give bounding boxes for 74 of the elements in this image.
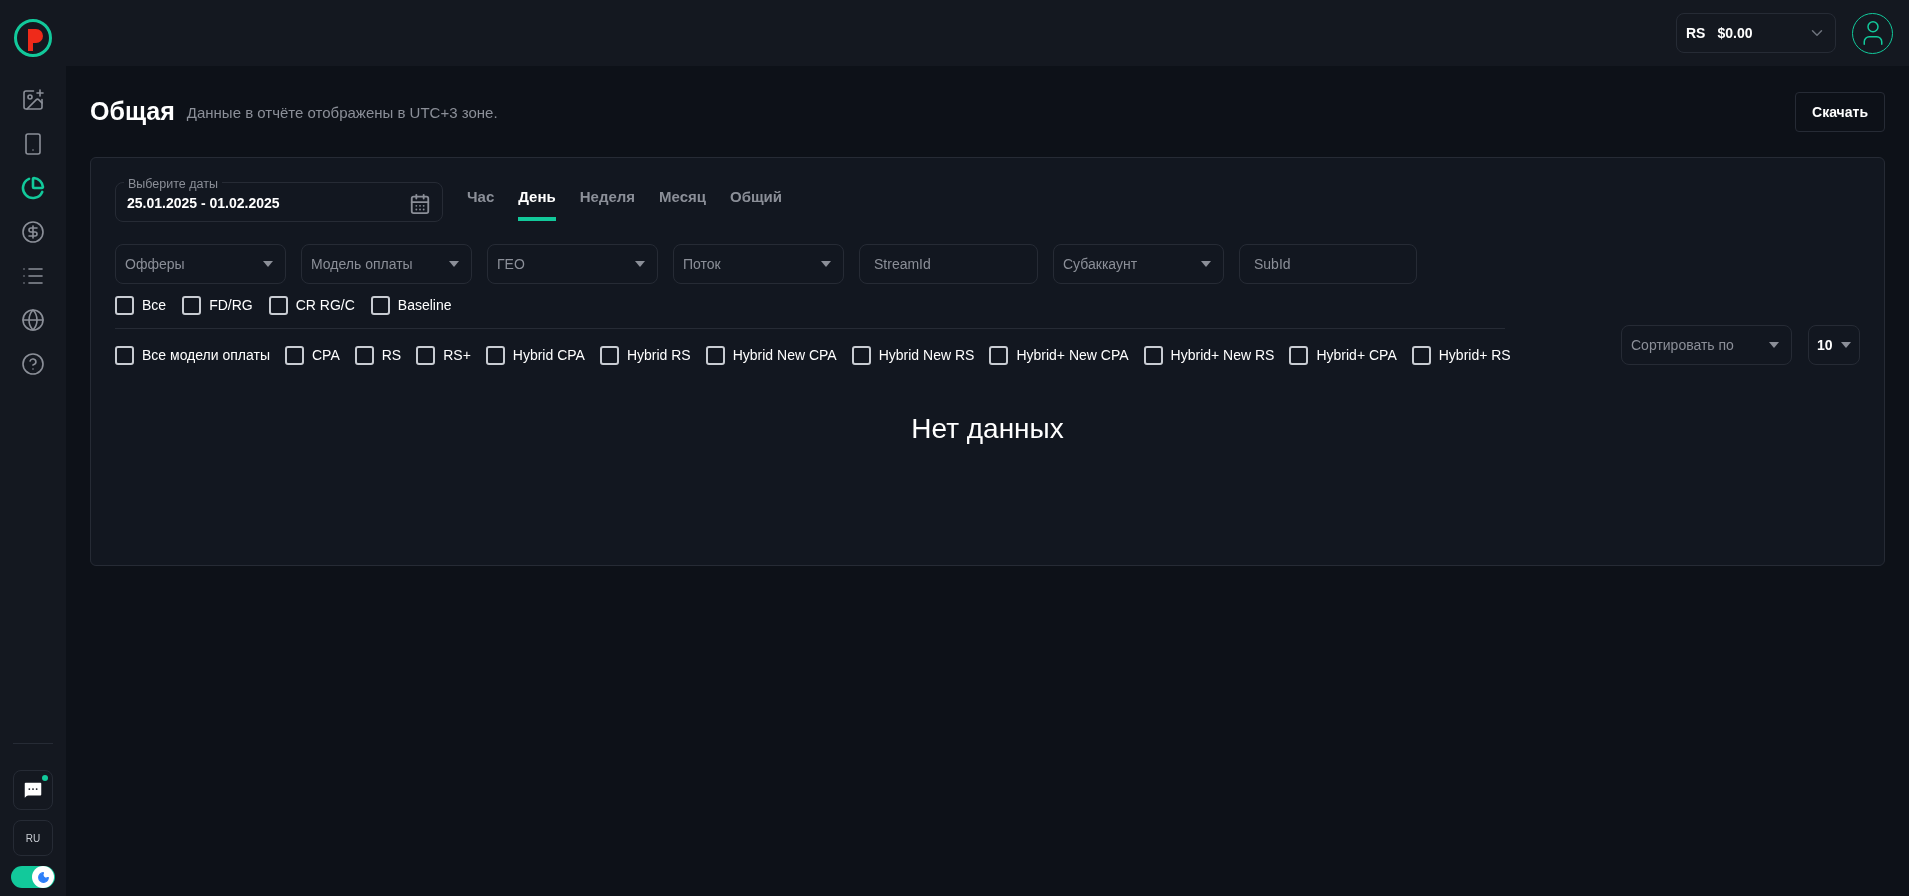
- checkbox-label: Hybrid+ CPA: [1316, 346, 1397, 365]
- dollar-icon[interactable]: [21, 220, 45, 244]
- period-tab[interactable]: Час: [467, 182, 495, 221]
- period-tab[interactable]: День: [518, 182, 556, 221]
- checkbox-label: Hybrid+ New CPA: [1016, 346, 1129, 365]
- chat-icon: [22, 779, 44, 801]
- theme-toggle[interactable]: [11, 866, 55, 888]
- checkbox[interactable]: [485, 346, 505, 365]
- checkbox-label: Hybrid CPA: [512, 346, 585, 365]
- checkbox[interactable]: [1289, 346, 1309, 365]
- filter-select[interactable]: ГЕО: [487, 244, 658, 284]
- checkbox-label: CPA: [312, 346, 340, 365]
- caret-icon: [1201, 261, 1211, 267]
- checkbox[interactable]: [989, 346, 1009, 365]
- chat-button[interactable]: [13, 770, 53, 810]
- period-tab[interactable]: Месяц: [659, 182, 707, 221]
- checkbox[interactable]: [115, 346, 134, 365]
- currency-label: RS: [1686, 23, 1706, 43]
- checkbox[interactable]: [599, 346, 619, 365]
- checkbox-label: Hybrid New RS: [878, 346, 975, 365]
- checkbox[interactable]: [354, 346, 374, 365]
- period-tab[interactable]: Общий: [730, 182, 783, 221]
- checkbox-label: RS: [381, 346, 402, 365]
- filter-select[interactable]: Офферы: [115, 244, 286, 284]
- caret-icon: [263, 261, 273, 267]
- checkbox[interactable]: [285, 346, 304, 365]
- balance-dropdown[interactable]: RS $0.00: [1676, 13, 1836, 53]
- checkbox[interactable]: [268, 296, 288, 315]
- page-size-select[interactable]: 10: [1808, 325, 1860, 365]
- caret-icon: [449, 261, 459, 267]
- checkbox[interactable]: [1411, 346, 1431, 365]
- caret-icon: [821, 261, 831, 267]
- checkbox-label: Baseline: [397, 296, 452, 315]
- language-button[interactable]: RU: [13, 820, 53, 856]
- sort-select[interactable]: Сортировать по: [1621, 325, 1792, 365]
- filter-input[interactable]: StreamId: [859, 244, 1038, 284]
- checkbox-label: Hybrid New CPA: [732, 346, 837, 365]
- date-range-label: Выберите даты: [124, 175, 222, 194]
- checkbox-label: RS+: [443, 346, 471, 365]
- pie-chart-icon[interactable]: [21, 176, 45, 200]
- checkbox[interactable]: [416, 346, 436, 365]
- checkbox[interactable]: [851, 346, 871, 365]
- page-title: Общая: [90, 96, 175, 128]
- checkbox[interactable]: [182, 296, 202, 315]
- filter-select[interactable]: Модель оплаты: [301, 244, 472, 284]
- logo-icon: [13, 18, 53, 58]
- caret-icon: [635, 261, 645, 267]
- filter-input[interactable]: SubId: [1239, 244, 1417, 284]
- checkbox-label: Hybrid+ RS: [1438, 346, 1511, 365]
- help-icon[interactable]: [21, 352, 45, 376]
- checkbox[interactable]: [115, 296, 134, 315]
- download-button[interactable]: Скачать: [1795, 92, 1885, 132]
- period-tab[interactable]: Неделя: [579, 182, 636, 221]
- moon-icon: [36, 870, 50, 884]
- checkbox-label: Hybrid+ New RS: [1170, 346, 1275, 365]
- filter-select[interactable]: Субаккаунт: [1053, 244, 1224, 284]
- checkbox[interactable]: [705, 346, 725, 365]
- filter-select[interactable]: Поток: [673, 244, 844, 284]
- image-add-icon[interactable]: [21, 88, 45, 112]
- balance-amount: $0.00: [1717, 23, 1753, 43]
- checkbox-label: Hybrid RS: [626, 346, 691, 365]
- page-subtitle: Данные в отчёте отображены в UTC+3 зоне.: [186, 102, 498, 123]
- caret-icon: [1841, 342, 1851, 348]
- checkbox-label: Все модели оплаты: [142, 346, 270, 365]
- checkbox-label: Все: [142, 296, 167, 315]
- checkbox[interactable]: [1143, 346, 1163, 365]
- checkbox[interactable]: [370, 296, 390, 315]
- globe-icon[interactable]: [21, 308, 45, 332]
- calendar-icon: [409, 192, 431, 215]
- checkbox-label: FD/RG: [209, 296, 253, 315]
- date-range-value: 25.01.2025 - 01.02.2025: [127, 194, 280, 213]
- empty-message: Нет данных: [910, 412, 1065, 446]
- caret-icon: [1769, 342, 1779, 348]
- checkbox-label: CR RG/C: [295, 296, 355, 315]
